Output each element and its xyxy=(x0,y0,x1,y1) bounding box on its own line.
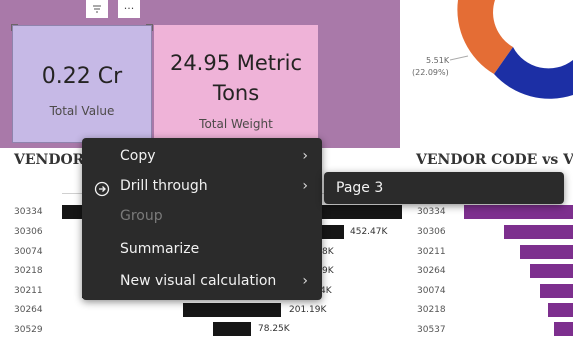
left-bar-value: 201.19K xyxy=(289,305,327,315)
left-row-label: 30211 xyxy=(14,286,43,296)
right-row-label: 30537 xyxy=(417,325,446,335)
menu-item-drill-through-label: Drill through xyxy=(120,178,208,194)
total-value-card[interactable]: 0.22 Cr Total Value xyxy=(11,24,153,143)
submenu-item-page-3[interactable]: Page 3 xyxy=(324,173,564,203)
left-chart-title: VENDOR xyxy=(14,152,85,168)
right-bar[interactable] xyxy=(548,303,573,317)
chevron-right-icon: › xyxy=(302,273,308,289)
menu-item-copy[interactable]: Copy › xyxy=(82,141,322,171)
selection-corner-icon xyxy=(11,24,18,31)
left-bar-value: 78.25K xyxy=(258,324,290,334)
menu-item-summarize-label: Summarize xyxy=(120,241,200,257)
more-options-glyph: ··· xyxy=(123,2,135,15)
right-bar[interactable] xyxy=(520,245,573,259)
total-value-label: Total Value xyxy=(49,104,115,118)
more-options-icon[interactable]: ··· xyxy=(118,0,140,18)
submenu-item-page-3-label: Page 3 xyxy=(336,180,384,196)
right-chart-title: VENDOR CODE vs V xyxy=(416,152,573,168)
donut-leader-line xyxy=(449,55,469,61)
total-weight-number-line1: 24.95 Metric xyxy=(169,51,303,75)
right-bar[interactable] xyxy=(504,225,573,239)
chevron-right-icon: › xyxy=(302,178,308,194)
total-weight-number-line2: Tons xyxy=(212,81,260,105)
menu-item-summarize[interactable]: Summarize xyxy=(82,234,322,264)
left-bar-value: 9K xyxy=(322,266,334,276)
left-bar-value: 8K xyxy=(322,247,334,257)
donut-label-value: 5.51K xyxy=(426,56,450,65)
filter-icon[interactable] xyxy=(86,0,108,18)
donut-chart[interactable] xyxy=(410,0,573,110)
left-row-label: 30306 xyxy=(14,227,43,237)
right-row-label: 30211 xyxy=(417,247,446,257)
total-value-number: 0.22 Cr xyxy=(41,64,123,89)
chevron-right-icon: › xyxy=(302,148,308,164)
right-bar[interactable] xyxy=(464,205,573,219)
right-row-label: 30074 xyxy=(417,286,446,296)
left-row-label: 30529 xyxy=(14,325,43,335)
left-bar[interactable] xyxy=(183,303,281,317)
menu-item-new-visual-calculation-label: New visual calculation xyxy=(120,273,277,289)
left-bar[interactable] xyxy=(213,322,251,336)
selection-corner-icon xyxy=(146,24,153,31)
menu-item-drill-through[interactable]: Drill through › xyxy=(82,171,322,201)
menu-item-group: Group xyxy=(82,201,322,231)
left-row-label: 30218 xyxy=(14,266,43,276)
drill-through-submenu: Page 3 xyxy=(324,172,564,204)
menu-item-copy-label: Copy xyxy=(120,148,156,164)
total-weight-label: Total Weight xyxy=(199,117,273,131)
right-bar[interactable] xyxy=(540,284,573,298)
right-row-label: 30334 xyxy=(417,207,446,217)
menu-item-new-visual-calculation[interactable]: New visual calculation › xyxy=(82,266,322,296)
left-row-label: 30074 xyxy=(14,247,43,257)
left-row-label: 30264 xyxy=(14,305,43,315)
right-bar[interactable] xyxy=(554,322,573,336)
right-bar[interactable] xyxy=(530,264,573,278)
left-row-label: 30334 xyxy=(14,207,43,217)
menu-item-group-label: Group xyxy=(120,208,163,224)
context-menu: Copy › Drill through › Group Summarize N… xyxy=(82,138,322,300)
right-row-label: 30306 xyxy=(417,227,446,237)
donut-label-percent: (22.09%) xyxy=(412,68,449,77)
right-row-label: 30218 xyxy=(417,305,446,315)
left-bar-value: 452.47K xyxy=(350,227,388,237)
right-row-label: 30264 xyxy=(417,266,446,276)
total-weight-card[interactable]: 24.95 Metric Tons Total Weight xyxy=(154,25,318,143)
